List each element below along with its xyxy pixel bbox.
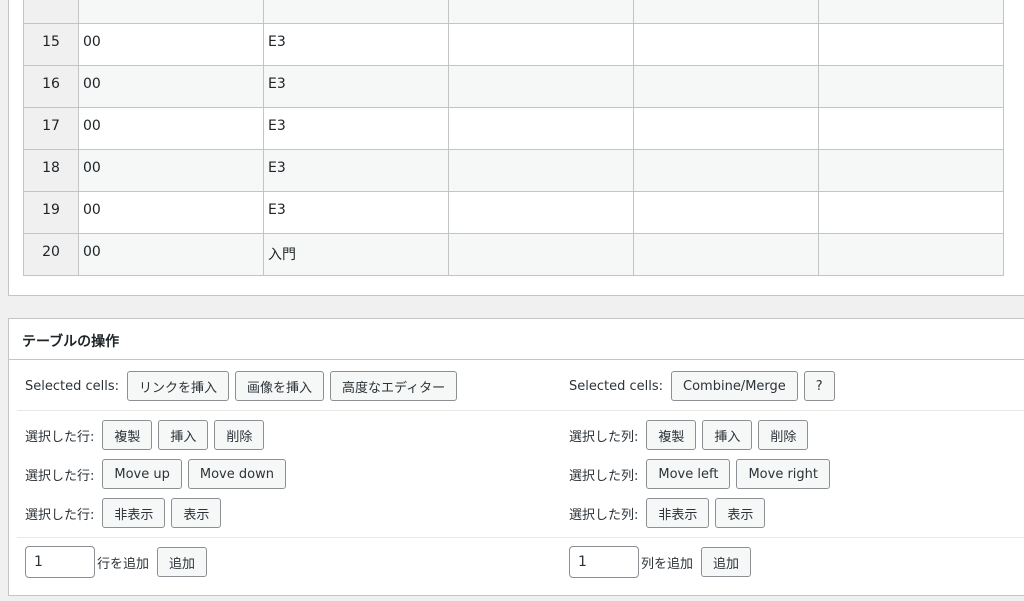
selected-cols-label: 選択した列:: [569, 468, 639, 484]
table-row: 16 00 E3: [23, 65, 1004, 108]
table-cell[interactable]: 00: [78, 149, 264, 192]
table-cell[interactable]: [818, 0, 1004, 24]
selected-cells-label: Selected cells:: [25, 378, 120, 394]
divider: [17, 537, 1024, 538]
row-number[interactable]: 20: [23, 233, 79, 276]
show-row-button[interactable]: 表示: [171, 498, 222, 528]
table-cell[interactable]: 00: [78, 233, 264, 276]
row-actions-group: 選択した行: 複製 挿入 削除: [25, 420, 270, 450]
table-cell[interactable]: [818, 107, 1004, 150]
add-rows-label: 行を追加: [97, 556, 150, 572]
selected-cells-left-group: Selected cells: リンクを挿入 画像を挿入 高度なエディター: [25, 371, 463, 401]
table-row: 20 00 入門: [23, 233, 1004, 276]
row-number[interactable]: 17: [23, 107, 79, 150]
insert-link-button[interactable]: リンクを挿入: [127, 371, 230, 401]
hide-col-button[interactable]: 非表示: [646, 498, 710, 528]
table-cell[interactable]: [633, 107, 819, 150]
add-cols-button[interactable]: 追加: [701, 547, 752, 577]
table-cell[interactable]: E3: [263, 23, 449, 66]
table-cell[interactable]: [633, 23, 819, 66]
table-cell[interactable]: [448, 23, 634, 66]
table-cell[interactable]: E3: [263, 107, 449, 150]
add-cols-label: 列を追加: [641, 556, 694, 572]
table-cell[interactable]: [633, 233, 819, 276]
duplicate-row-button[interactable]: 複製: [102, 420, 153, 450]
divider: [9, 359, 1024, 360]
move-right-button[interactable]: Move right: [736, 459, 830, 489]
combine-merge-button[interactable]: Combine/Merge: [671, 371, 798, 401]
row-number[interactable]: 16: [23, 65, 79, 108]
delete-col-button[interactable]: 削除: [758, 420, 809, 450]
row-move-group: 選択した行: Move up Move down: [25, 459, 292, 489]
table-operations-panel: テーブルの操作 Selected cells: リンクを挿入 画像を挿入 高度な…: [8, 318, 1024, 596]
selected-rows-label: 選択した行:: [25, 507, 95, 523]
table-cell[interactable]: [818, 233, 1004, 276]
insert-row-button[interactable]: 挿入: [158, 420, 209, 450]
delete-row-button[interactable]: 削除: [214, 420, 265, 450]
table-cell[interactable]: [633, 149, 819, 192]
selected-cells-right-group: Selected cells: Combine/Merge ?: [569, 371, 841, 401]
row-number[interactable]: 15: [23, 23, 79, 66]
divider: [17, 410, 1024, 411]
table-cell[interactable]: [78, 0, 264, 24]
add-rows-button[interactable]: 追加: [157, 547, 208, 577]
table-cell[interactable]: [818, 191, 1004, 234]
table-cell[interactable]: 入門: [263, 233, 449, 276]
table-cell[interactable]: [633, 65, 819, 108]
show-col-button[interactable]: 表示: [715, 498, 766, 528]
table-cell[interactable]: E3: [263, 149, 449, 192]
table-panel: 15 00 E3 16 00 E3 17 00 E3 18 00 E3 19 00 E3 20 00 入門: [8, 0, 1024, 296]
selected-rows-label: 選択した行:: [25, 429, 95, 445]
table-cell[interactable]: 00: [78, 23, 264, 66]
table-cell[interactable]: 00: [78, 107, 264, 150]
data-table: 15 00 E3 16 00 E3 17 00 E3 18 00 E3 19 00 E3 20 00 入門: [23, 0, 1004, 276]
table-row: 19 00 E3: [23, 191, 1004, 234]
help-button[interactable]: ?: [803, 371, 835, 401]
table-cell[interactable]: [448, 107, 634, 150]
hide-row-button[interactable]: 非表示: [102, 498, 166, 528]
table-cell[interactable]: [448, 233, 634, 276]
insert-image-button[interactable]: 画像を挿入: [235, 371, 325, 401]
move-up-button[interactable]: Move up: [102, 459, 182, 489]
table-cell[interactable]: E3: [263, 191, 449, 234]
table-row: 17 00 E3: [23, 107, 1004, 150]
insert-col-button[interactable]: 挿入: [702, 420, 753, 450]
selected-cells-label: Selected cells:: [569, 378, 664, 394]
table-cell[interactable]: [818, 23, 1004, 66]
row-visibility-group: 選択した行: 非表示 表示: [25, 498, 227, 528]
add-rows-count-input[interactable]: [25, 546, 95, 578]
table-cell[interactable]: [448, 149, 634, 192]
duplicate-col-button[interactable]: 複製: [646, 420, 697, 450]
table-cell[interactable]: [633, 191, 819, 234]
table-cell[interactable]: 00: [78, 191, 264, 234]
panel-title: テーブルの操作: [22, 334, 120, 350]
row-number[interactable]: 19: [23, 191, 79, 234]
table-row: 15 00 E3: [23, 23, 1004, 66]
table-cell[interactable]: [263, 0, 449, 24]
table-row: [23, 0, 1004, 24]
col-actions-group: 選択した列: 複製 挿入 削除: [569, 420, 814, 450]
table-cell[interactable]: [818, 149, 1004, 192]
table-cell[interactable]: E3: [263, 65, 449, 108]
table-cell[interactable]: 00: [78, 65, 264, 108]
table-row: 18 00 E3: [23, 149, 1004, 192]
col-move-group: 選択した列: Move left Move right: [569, 459, 836, 489]
selected-rows-label: 選択した行:: [25, 468, 95, 484]
row-number[interactable]: 18: [23, 149, 79, 192]
table-cell[interactable]: [448, 0, 634, 24]
add-cols-group: 列を追加 追加: [569, 546, 757, 578]
row-number[interactable]: [23, 0, 79, 24]
move-left-button[interactable]: Move left: [646, 459, 731, 489]
table-cell[interactable]: [448, 191, 634, 234]
selected-cols-label: 選択した列:: [569, 507, 639, 523]
advanced-editor-button[interactable]: 高度なエディター: [330, 371, 458, 401]
add-cols-count-input[interactable]: [569, 546, 639, 578]
selected-cols-label: 選択した列:: [569, 429, 639, 445]
move-down-button[interactable]: Move down: [187, 459, 286, 489]
add-rows-group: 行を追加 追加: [25, 546, 213, 578]
table-cell[interactable]: [818, 65, 1004, 108]
col-visibility-group: 選択した列: 非表示 表示: [569, 498, 771, 528]
table-cell[interactable]: [448, 65, 634, 108]
table-cell[interactable]: [633, 0, 819, 24]
